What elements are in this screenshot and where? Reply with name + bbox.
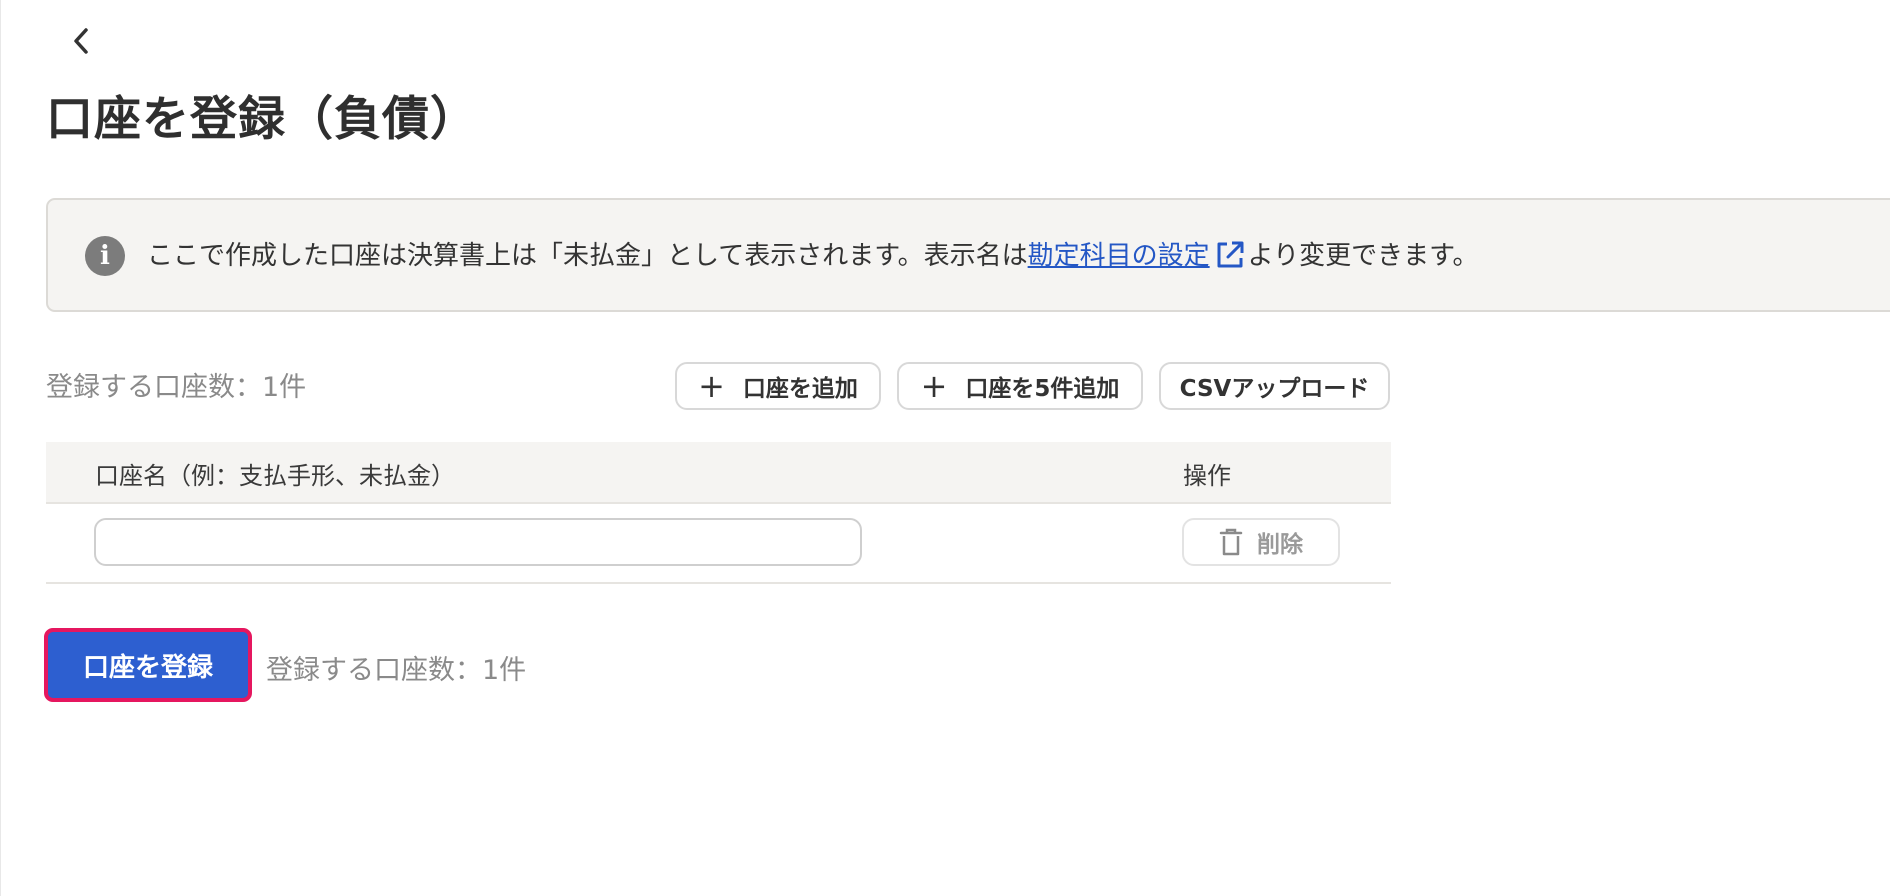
- column-header-account-name: 口座名（例：支払手形、未払金）: [95, 462, 455, 490]
- notice-text-after: より変更できます。: [1247, 241, 1479, 271]
- table-row: 削除: [46, 502, 1391, 584]
- footer-account-count: 登録する口座数：1件: [266, 655, 527, 686]
- register-accounts-button[interactable]: 口座を登録: [44, 628, 252, 702]
- table-header: 口座名（例：支払手形、未払金） 操作: [46, 442, 1391, 504]
- notice-text-before: ここで作成した口座は決算書上は「未払金」として表示されます。表示名は: [147, 241, 1028, 271]
- info-notice: i ここで作成した口座は決算書上は「未払金」として表示されます。表示名は勘定科目…: [46, 198, 1890, 312]
- account-name-input[interactable]: [94, 518, 862, 566]
- add-account-label: 口座を追加: [742, 376, 858, 402]
- csv-upload-button[interactable]: CSVアップロード: [1159, 362, 1390, 410]
- back-button[interactable]: [62, 22, 100, 60]
- add-account-button[interactable]: + 口座を追加: [675, 362, 881, 410]
- info-icon: i: [85, 236, 125, 276]
- external-link-icon[interactable]: [1214, 239, 1246, 271]
- notice-text: ここで作成した口座は決算書上は「未払金」として表示されます。表示名は勘定科目の設…: [147, 236, 1479, 276]
- account-count-label: 登録する口座数：1件: [46, 372, 307, 403]
- add-five-accounts-button[interactable]: + 口座を5件追加: [897, 362, 1143, 410]
- column-header-actions: 操作: [1183, 462, 1231, 490]
- account-settings-link[interactable]: 勘定科目の設定: [1028, 241, 1210, 271]
- plus-icon: +: [920, 367, 948, 405]
- left-edge-divider: [0, 0, 1, 896]
- delete-row-button[interactable]: 削除: [1182, 518, 1340, 566]
- trash-icon: [1219, 528, 1243, 556]
- plus-icon: +: [698, 367, 725, 405]
- add-five-accounts-label: 口座を5件追加: [965, 376, 1120, 402]
- delete-label: 削除: [1257, 532, 1303, 558]
- page-title: 口座を登録（負債）: [46, 92, 478, 147]
- chevron-left-icon: [74, 28, 88, 54]
